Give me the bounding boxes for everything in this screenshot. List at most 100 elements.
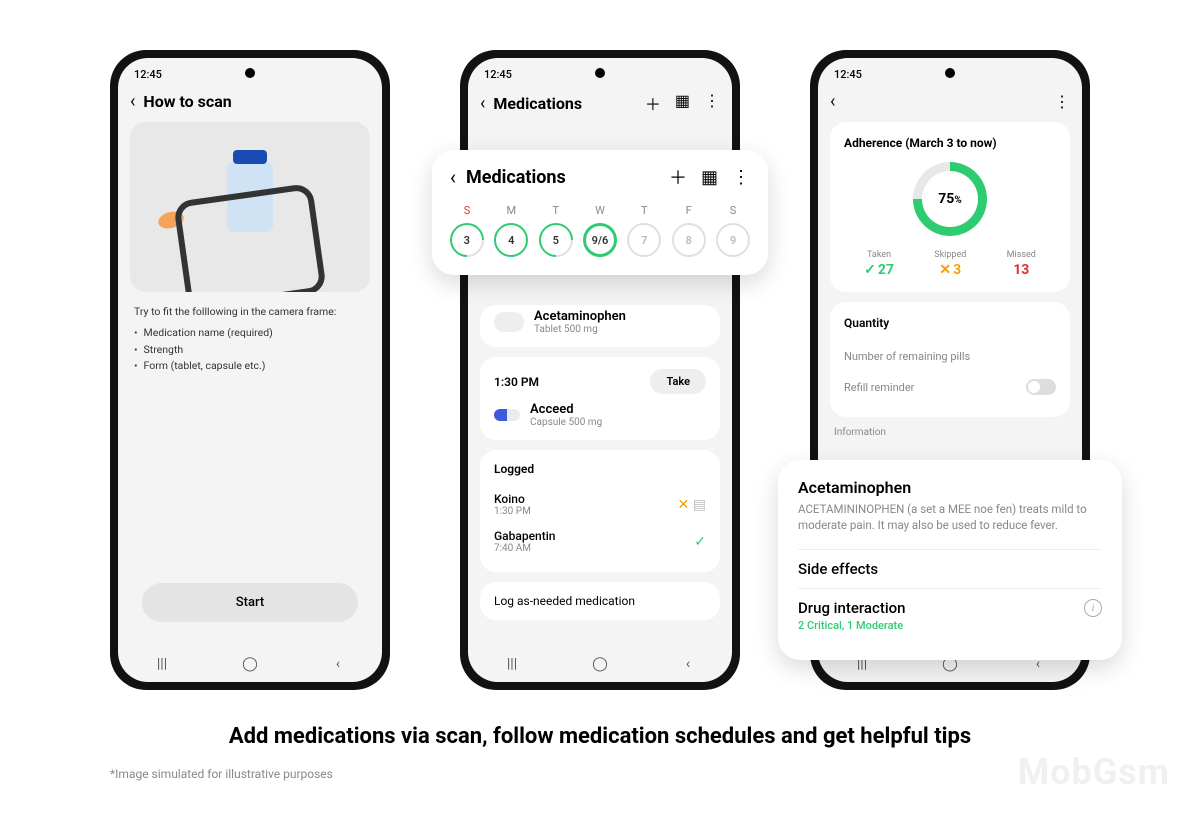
note-icon: ▤: [693, 497, 706, 513]
day-column[interactable]: T7: [627, 204, 661, 257]
day-column[interactable]: M4: [494, 204, 528, 257]
day-circle[interactable]: 4: [494, 223, 528, 257]
pill-icon: [494, 312, 524, 332]
bullet: Form (tablet, capsule etc.): [134, 358, 366, 375]
day-circle[interactable]: 8: [672, 223, 706, 257]
status-time: 12:45: [818, 58, 1082, 85]
scan-illustration: [130, 122, 370, 292]
back-icon[interactable]: ‹: [450, 165, 456, 189]
day-column[interactable]: T5: [539, 204, 573, 257]
bullet: Medication name (required): [134, 325, 366, 342]
med-name: Acceed: [530, 402, 706, 417]
medication-card: 1:30 PM Take Acceed Capsule 500 mg: [480, 357, 720, 440]
log-name: Gabapentin: [494, 529, 555, 543]
capsule-icon: [494, 409, 520, 421]
skipped-label: Skipped: [934, 250, 966, 260]
popup-title: Acetaminophen: [798, 478, 1102, 497]
home-button[interactable]: ◯: [240, 656, 260, 672]
info-icon[interactable]: i: [1084, 599, 1102, 617]
x-icon: ✕: [939, 262, 951, 278]
drug-info-popup: Acetaminophen ACETAMININOPHEN (a set a M…: [778, 460, 1122, 660]
phone-frame-illustration: [173, 183, 327, 292]
back-icon[interactable]: ‹: [830, 91, 835, 112]
phone-medications: 12:45 ‹ Medications ＋ ▦ ⋮ Acetaminophen …: [460, 50, 740, 690]
logged-label: Logged: [494, 462, 706, 476]
marketing-caption: Add medications via scan, follow medicat…: [0, 724, 1200, 749]
day-label: W: [595, 204, 605, 217]
more-icon[interactable]: ⋮: [732, 167, 750, 188]
instruction-lead: Try to fit the folllowing in the camera …: [134, 304, 366, 321]
status-time: 12:45: [468, 58, 732, 85]
adherence-title: Adherence (March 3 to now): [844, 136, 1056, 150]
recents-button[interactable]: |||: [502, 656, 522, 672]
day-circle[interactable]: 9: [716, 223, 750, 257]
back-button[interactable]: ‹: [328, 656, 348, 672]
day-label: F: [686, 204, 692, 217]
quantity-label: Quantity: [844, 316, 1056, 330]
header-title: How to scan: [143, 92, 370, 111]
refill-toggle[interactable]: [1026, 379, 1056, 395]
start-button[interactable]: Start: [142, 583, 358, 622]
quantity-card: Quantity Number of remaining pills Refil…: [830, 302, 1070, 417]
more-icon[interactable]: ⋮: [1054, 92, 1070, 111]
status-time: 12:45: [118, 58, 382, 85]
add-icon[interactable]: ＋: [669, 164, 687, 190]
phone-scan: 12:45 ‹ How to scan Try to fit the folll…: [110, 50, 390, 690]
day-column[interactable]: S3: [450, 204, 484, 257]
header: ‹ ⋮: [818, 85, 1082, 122]
taken-label: Taken: [864, 250, 894, 260]
adherence-card: Adherence (March 3 to now) 75% Taken ✓27…: [830, 122, 1070, 292]
back-button[interactable]: ‹: [678, 656, 698, 672]
med-sub: Capsule 500 mg: [530, 417, 706, 428]
header: ‹ How to scan: [118, 85, 382, 122]
remaining-pills-input[interactable]: Number of remaining pills: [844, 342, 1056, 371]
android-navbar: ||| ◯ ‹: [118, 646, 382, 682]
day-circle[interactable]: 5: [532, 216, 580, 264]
refill-label: Refill reminder: [844, 381, 914, 394]
log-asneeded-button[interactable]: Log as-needed medication: [480, 582, 720, 620]
side-effects-row[interactable]: Side effects: [798, 549, 1102, 588]
calendar-icon[interactable]: ▦: [675, 91, 690, 115]
logged-card: Logged Koino 1:30 PM ✕ ▤ Gabapen: [480, 450, 720, 572]
day-column[interactable]: S9: [716, 204, 750, 257]
more-icon[interactable]: ⋮: [704, 91, 720, 115]
check-icon: ✓: [694, 534, 706, 550]
log-time: 7:40 AM: [494, 543, 555, 554]
day-circle[interactable]: 7: [627, 223, 661, 257]
day-label: T: [641, 204, 648, 217]
phone-adherence: 12:45 ‹ ⋮ Adherence (March 3 to now) 75%: [810, 50, 1090, 690]
overlay-title: Medications: [466, 167, 669, 188]
drug-interaction-sub: 2 Critical, 1 Moderate: [798, 619, 906, 632]
popup-desc: ACETAMININOPHEN (a set a MEE noe fen) tr…: [798, 501, 1102, 533]
day-circle[interactable]: 9/6: [583, 223, 617, 257]
log-row[interactable]: Koino 1:30 PM ✕ ▤: [494, 486, 706, 523]
information-label: Information: [830, 427, 1070, 438]
calendar-icon[interactable]: ▦: [701, 167, 718, 188]
missed-label: Missed: [1007, 250, 1036, 260]
day-label: S: [730, 204, 737, 217]
skipped-icon: ✕: [678, 497, 690, 513]
home-button[interactable]: ◯: [590, 656, 610, 672]
add-icon[interactable]: ＋: [645, 91, 661, 115]
recents-button[interactable]: |||: [152, 656, 172, 672]
med-sub: Tablet 500 mg: [534, 324, 706, 335]
time-label: 1:30 PM: [494, 375, 539, 389]
drug-interaction-row[interactable]: Drug interaction 2 Critical, 1 Moderate …: [798, 588, 1102, 642]
back-icon[interactable]: ‹: [130, 91, 135, 112]
check-icon: ✓: [864, 262, 876, 278]
instructions: Try to fit the folllowing in the camera …: [134, 304, 366, 375]
back-icon[interactable]: ‹: [480, 93, 485, 114]
watermark: MobGsm: [1018, 751, 1170, 793]
day-circle[interactable]: 3: [443, 216, 491, 264]
day-column[interactable]: F8: [672, 204, 706, 257]
adherence-ring: 75%: [913, 162, 987, 236]
log-row[interactable]: Gabapentin 7:40 AM ✓: [494, 523, 706, 560]
log-time: 1:30 PM: [494, 506, 531, 517]
log-name: Koino: [494, 492, 531, 506]
day-column[interactable]: W 9/6: [583, 204, 617, 257]
taken-value: 27: [878, 262, 894, 278]
week-overlay: ‹ Medications ＋ ▦ ⋮ S3M4T5W9/6T7F8S9: [432, 150, 768, 275]
bullet: Strength: [134, 342, 366, 359]
medication-card[interactable]: Acetaminophen Tablet 500 mg: [480, 305, 720, 347]
take-button[interactable]: Take: [650, 369, 706, 394]
